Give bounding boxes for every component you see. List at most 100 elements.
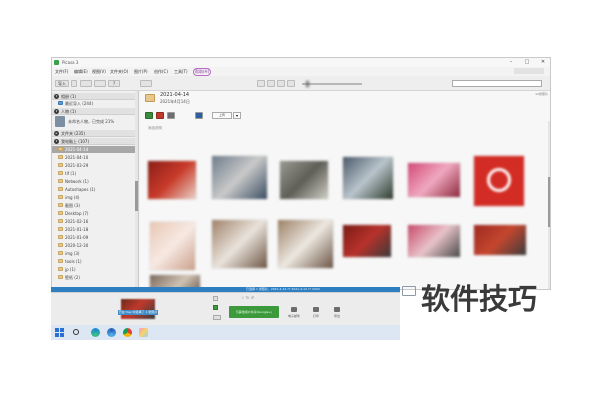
photo-pink-counter[interactable]	[408, 163, 460, 197]
folder-item[interactable]: tif (1)	[52, 170, 135, 177]
email-action[interactable]: 电子邮件	[286, 307, 302, 321]
minimize-button[interactable]: –	[504, 58, 518, 67]
edge-icon[interactable]	[91, 328, 100, 337]
folder-view-button[interactable]: ?	[108, 80, 120, 87]
folder-item[interactable]: Desktop (7)	[52, 210, 135, 217]
close-button[interactable]: ✕	[536, 58, 550, 67]
next-button[interactable]	[267, 80, 275, 87]
download-toolbar-icon[interactable]	[287, 80, 295, 87]
chrome-icon[interactable]	[123, 328, 132, 337]
folder-item[interactable]: Network (1)	[52, 178, 135, 185]
folder-icon	[58, 227, 63, 231]
photo-red-logo[interactable]	[474, 156, 524, 206]
sign-in-area[interactable]	[514, 68, 544, 74]
menu-item-3[interactable]: 文件夹(O)	[110, 67, 128, 76]
upload-button[interactable]: 上传	[212, 112, 232, 119]
edge-beta-icon[interactable]	[107, 328, 116, 337]
tray-tools: ☆ ↻ ↺	[241, 295, 254, 300]
people-view-button[interactable]	[94, 80, 106, 87]
windows-icon[interactable]	[55, 328, 64, 337]
picasa-icon[interactable]	[139, 328, 148, 337]
upload-toolbar-icon[interactable]	[277, 80, 285, 87]
folder-item[interactable]: img (4)	[52, 194, 135, 201]
photo-street-traffic[interactable]	[212, 156, 267, 199]
photo-table-2[interactable]	[278, 220, 333, 268]
tray-selected-photo[interactable]: 已在 tray 中选择了 1 张照片	[118, 299, 158, 319]
photo-baby[interactable]	[150, 222, 195, 270]
sidebar-item-unnamed-person[interactable]: 未命名人物，已完成 21%	[52, 115, 135, 128]
menu-item-4[interactable]: 图片(P)	[134, 67, 148, 76]
zoom-slider-thumb[interactable]	[306, 81, 309, 87]
sidebar-item-recent-import[interactable]: 最近导入 (244)	[52, 100, 135, 107]
add-to-tray-icon[interactable]	[213, 305, 218, 310]
sidebar-item-label: 最近导入 (244)	[65, 101, 94, 106]
menu-item-1[interactable]: 编辑(E)	[74, 67, 88, 76]
menu-item-0[interactable]: 文件(F)	[55, 67, 68, 76]
photo-indoor-grey[interactable]	[280, 161, 328, 199]
folders-section[interactable]: ▸ 文件夹 (235)	[52, 130, 135, 137]
person-add-button[interactable]	[140, 80, 152, 87]
menu-item-5[interactable]: 创作(C)	[154, 67, 168, 76]
folder-item[interactable]: 2021-04-14	[52, 146, 135, 153]
menu-item-2[interactable]: 视图(V)	[92, 67, 106, 76]
watermark: 软件技巧	[401, 271, 550, 325]
collapse-icon[interactable]: ▾	[54, 109, 59, 114]
people-section[interactable]: ▾ 人物 (1)	[52, 108, 135, 115]
my-computer-section[interactable]: ▾ 我电脑上 (107)	[52, 138, 135, 145]
folder-item-label: tools (1)	[65, 259, 82, 264]
photo-table-1[interactable]	[212, 220, 267, 268]
tag-icon[interactable]	[213, 315, 221, 320]
search-input[interactable]	[452, 80, 542, 87]
folder-item[interactable]: 截图 (3)	[52, 202, 135, 209]
folder-item[interactable]: 2020-12-30	[52, 242, 135, 249]
folder-item[interactable]: 2021-02-16	[52, 218, 135, 225]
menu-item-7[interactable]: 帮助(H)	[193, 68, 212, 76]
hold-icon[interactable]	[213, 296, 218, 301]
folder-item-label: 2021-01-18	[65, 227, 89, 232]
search-icon[interactable]	[73, 329, 79, 335]
collapse-icon[interactable]: ▾	[54, 94, 59, 99]
folder-item[interactable]: Autoshapes (1)	[52, 186, 135, 193]
folder-item[interactable]: 2021-04-10	[52, 154, 135, 161]
content-scrollbar[interactable]	[548, 121, 550, 289]
collapse-icon[interactable]: ▾	[54, 139, 59, 144]
maximize-button[interactable]: □	[520, 58, 534, 67]
expand-icon[interactable]: ▸	[54, 131, 59, 136]
sidebar-scrollbar[interactable]	[135, 91, 138, 289]
folder-date: 2021年4月14日	[160, 99, 190, 104]
folder-item[interactable]: 2021-03-29	[52, 162, 135, 169]
photo-pink-shelf[interactable]	[408, 225, 460, 257]
print-action[interactable]: 打印	[308, 307, 324, 321]
zoom-slider[interactable]	[302, 81, 362, 87]
folder-item[interactable]: 2021-01-18	[52, 226, 135, 233]
folder-icon	[58, 203, 63, 207]
folder-item[interactable]: img (3)	[52, 250, 135, 257]
share-google-plus-button[interactable]: 与其他用户共享(Google+)	[229, 306, 279, 318]
library-view-button[interactable]	[80, 80, 92, 87]
photo-red-banner[interactable]	[474, 225, 526, 255]
folder-description[interactable]: 添加说明	[148, 126, 162, 131]
sidebar-scrollbar-thumb[interactable]	[135, 181, 138, 211]
save-icon[interactable]	[195, 112, 203, 119]
collage-icon[interactable]	[167, 112, 175, 119]
photo-roadside[interactable]	[343, 157, 393, 199]
photo-red-sign[interactable]	[343, 225, 391, 257]
folder-icon	[58, 275, 63, 279]
screenshot: Picasa 3 – □ ✕ 文件(F) 编辑(E) 视图(V) 文件夹(O) 图片(P…	[0, 0, 600, 400]
content-scrollbar-thumb[interactable]	[548, 177, 550, 227]
albums-section[interactable]: ▾ 相册 (1)	[52, 93, 135, 100]
folder-item[interactable]: jp (1)	[52, 266, 135, 273]
title-bar: Picasa 3 – □ ✕	[52, 58, 550, 67]
folder-item[interactable]: 2021-01-09	[52, 234, 135, 241]
slideshow-play-icon[interactable]	[145, 112, 153, 119]
upload-dropdown-icon[interactable]: ▾	[233, 112, 241, 119]
folder-item[interactable]: tools (1)	[52, 258, 135, 265]
folder-item[interactable]: 壁纸 (2)	[52, 274, 135, 281]
import-button[interactable]: 导入	[55, 80, 69, 87]
prev-button[interactable]	[257, 80, 265, 87]
export-action[interactable]: 导出	[329, 307, 345, 321]
photo-red-store[interactable]	[148, 161, 196, 199]
movie-icon[interactable]	[156, 112, 164, 119]
menu-item-6[interactable]: 工具(T)	[174, 67, 188, 76]
view-dropdown[interactable]	[71, 80, 77, 87]
